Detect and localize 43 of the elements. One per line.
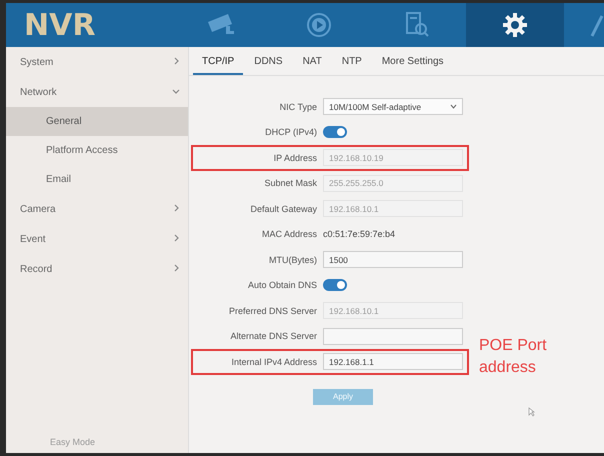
sidebar-item[interactable]: System — [6, 47, 188, 77]
toggle-switch[interactable] — [323, 126, 347, 138]
field-label: NIC Type — [280, 102, 317, 112]
chevron-right-icon — [174, 264, 180, 274]
sidebar-subitem[interactable]: Email — [6, 165, 188, 194]
tab[interactable]: DDNS — [245, 56, 292, 75]
field-label: Subnet Mask — [264, 178, 317, 188]
sidebar-item[interactable]: Event — [6, 224, 188, 254]
field-label: DHCP (IPv4) — [265, 127, 317, 138]
input-field[interactable]: 192.168.1.1 — [323, 353, 463, 370]
field-label: IP Address — [274, 152, 317, 163]
input-field[interactable]: 1500 — [323, 251, 463, 268]
sidebar-item[interactable]: Record — [6, 254, 188, 284]
settings-icon[interactable] — [502, 12, 528, 38]
sidebar-subitem[interactable]: General — [6, 107, 188, 136]
field-label: MTU(Bytes) — [269, 254, 317, 265]
field-label: Default Gateway — [250, 204, 317, 214]
easy-mode-link[interactable]: Easy Mode — [6, 437, 188, 453]
cursor-icon — [528, 407, 535, 417]
tab[interactable]: More Settings — [372, 56, 453, 75]
nic-type-dropdown[interactable]: 10M/100M Self-adaptive — [323, 98, 463, 116]
mac-address-text: c0:51:7e:59:7e:b4 — [323, 229, 396, 240]
field-label: Alternate DNS Server — [230, 331, 317, 342]
tab[interactable]: NTP — [332, 56, 371, 75]
sidebar-subitem[interactable]: Platform Access — [6, 136, 188, 165]
tab[interactable]: NAT — [294, 56, 331, 75]
input-field[interactable] — [323, 328, 463, 345]
field-label: MAC Address — [262, 229, 317, 240]
tab[interactable]: TCP/IP — [193, 56, 244, 75]
playback-icon[interactable] — [305, 11, 333, 39]
chevron-down-icon — [450, 104, 457, 110]
chevron-right-icon — [174, 234, 180, 244]
chevron-right-icon — [174, 204, 180, 214]
field-label: Internal IPv4 Address — [231, 356, 317, 367]
toggle-switch[interactable] — [323, 279, 347, 292]
field-label: Auto Obtain DNS — [248, 280, 317, 290]
sidebar-item[interactable]: Network — [6, 77, 188, 107]
sidebar-item[interactable]: Camera — [6, 194, 188, 224]
search-document-icon[interactable] — [404, 11, 430, 39]
logo-text: NVR — [23, 8, 96, 42]
annotation-text: POE Port address — [479, 336, 548, 378]
field-label: Preferred DNS Server — [228, 306, 317, 316]
chevron-right-icon — [174, 57, 180, 67]
